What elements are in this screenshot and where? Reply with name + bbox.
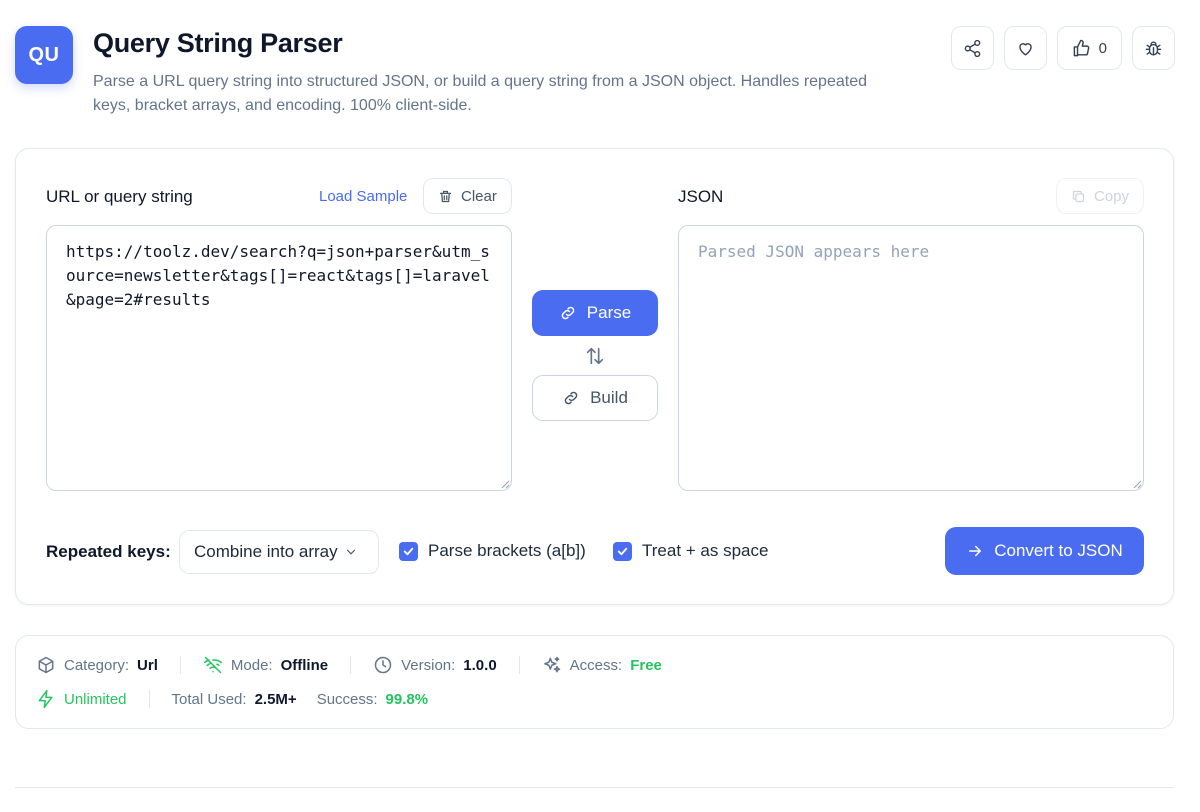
total-used-label: Total Used: [171,690,247,708]
wifi-off-icon [203,656,222,674]
clock-icon [374,656,392,674]
meta-mode: Mode: Offline [203,655,328,675]
tool-meta-card: Category: Url Mode: Offline Version: 1.0… [15,635,1174,729]
bug-icon [1145,40,1162,56]
arrow-right-icon [969,545,982,557]
convert-label: Convert to JSON [994,541,1123,560]
like-count: 0 [1098,39,1107,57]
share-icon [964,39,980,57]
resize-handle-icon[interactable] [500,479,510,489]
success-value: 99.8% [385,690,429,708]
check-icon [617,547,628,555]
header-actions: 0 [950,26,1175,70]
mode-label: Mode: [230,656,273,674]
lightning-icon [38,689,53,709]
parse-brackets-label: Parse brackets (a[b]) [428,541,586,560]
favorite-button[interactable] [1003,26,1047,70]
share-button[interactable] [950,26,994,70]
parse-button[interactable]: Parse [532,290,658,336]
parse-brackets-option[interactable]: Parse brackets (a[b]) [399,541,586,561]
meta-unlimited: Unlimited [36,689,127,709]
heart-icon [1018,42,1032,56]
success-label: Success: [316,690,378,708]
divider [518,656,520,674]
copy-button[interactable]: Copy [1056,178,1145,214]
treat-plus-label: Treat + as space [642,541,769,560]
swap-arrows-icon [586,347,604,365]
chevron-down-icon [346,549,355,555]
mode-value: Offline [280,656,329,674]
load-sample-link[interactable]: Load Sample [319,188,407,205]
category-value: Url [137,656,158,674]
sparkles-icon [543,656,560,673]
link-icon [561,306,575,320]
access-value: Free [630,656,662,674]
clear-label: Clear [461,187,497,205]
treat-plus-option[interactable]: Treat + as space [613,541,768,561]
json-output[interactable]: Parsed JSON appears here [678,225,1144,491]
meta-row-bottom: Unlimited Total Used: 2.5M+ Success: 99.… [36,689,428,709]
repeated-keys-value: Combine into array [194,542,338,561]
meta-total-used: Total Used: 2.5M+ [172,691,297,708]
version-value: 1.0.0 [463,656,497,674]
parse-label: Parse [586,303,632,322]
copy-icon [1072,190,1085,202]
meta-row-top: Category: Url Mode: Offline Version: 1.0… [36,655,662,675]
trash-icon [439,190,452,202]
query-input[interactable]: https://toolz.dev/search?q=json+parser&u… [46,225,512,491]
convert-button[interactable]: Convert to JSON [945,527,1144,575]
box-icon [38,656,54,674]
output-label: JSON [678,187,724,206]
unlimited-label: Unlimited [64,690,127,708]
like-button[interactable]: 0 [1056,26,1122,70]
page-description: Parse a URL query string into structured… [93,73,867,114]
page-header: QU Query String Parser Parse a URL query… [15,26,1175,126]
resize-handle-icon[interactable] [1132,479,1142,489]
divider [179,656,181,674]
version-label: Version: [401,656,456,674]
footer-divider [15,787,1174,788]
build-button[interactable]: Build [532,375,658,421]
category-label: Category: [64,656,130,674]
meta-version: Version: 1.0.0 [373,655,497,675]
report-bug-button[interactable] [1132,26,1175,70]
build-label: Build [590,388,628,407]
access-label: Access: [569,656,623,674]
copy-label: Copy [1094,187,1130,205]
meta-category: Category: Url [36,655,158,675]
meta-success: Success: 99.8% [317,691,428,708]
tool-logo: QU [15,26,73,84]
repeated-keys-select[interactable]: Combine into array [179,530,379,574]
thumbs-up-icon [1073,39,1089,56]
total-used-value: 2.5M+ [254,690,297,708]
repeated-keys-label: Repeated keys: [46,542,171,561]
input-label: URL or query string [46,187,193,206]
check-icon [403,547,414,555]
meta-access: Access: Free [542,655,662,675]
treat-plus-checkbox[interactable] [613,541,632,561]
divider [148,690,150,708]
converter-card: URL or query string Load Sample Clear ht… [15,148,1174,605]
link-icon [564,391,578,405]
clear-button[interactable]: Clear [423,178,512,214]
divider [350,656,352,674]
page-title: Query String Parser [93,28,343,58]
parse-brackets-checkbox[interactable] [399,541,418,561]
